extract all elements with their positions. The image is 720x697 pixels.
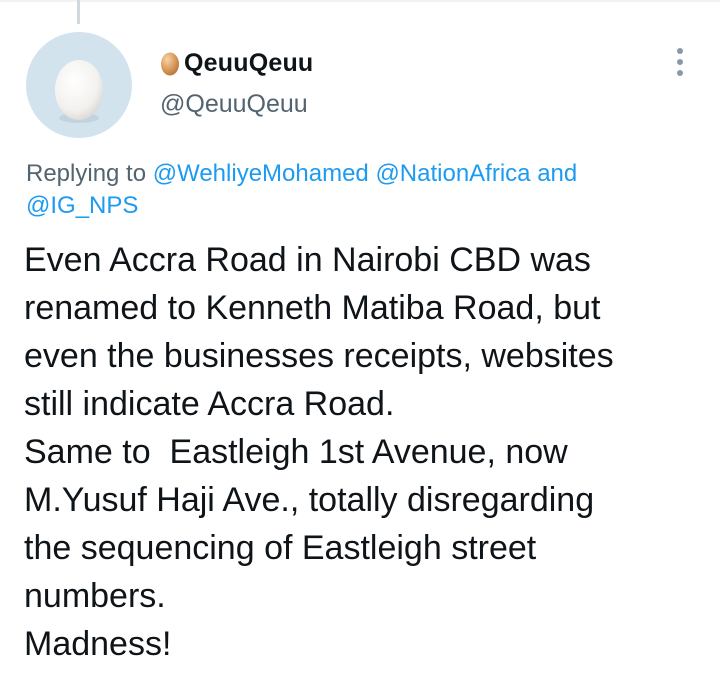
tweet-line: M.Yusuf Haji Ave., totally disregarding bbox=[24, 481, 595, 519]
tweet-line: the sequencing of Eastleigh street bbox=[24, 529, 537, 567]
egg-emoji-icon bbox=[160, 50, 180, 76]
mention-link-nationafrica[interactable]: @NationAfrica bbox=[375, 160, 530, 187]
tweet-text: Even Accra Road in Nairobi CBD was renam… bbox=[24, 236, 704, 668]
tweet-line: Same to Eastleigh 1st Avenue, now bbox=[24, 433, 568, 471]
tweet-line: Even Accra Road in Nairobi CBD was bbox=[24, 241, 591, 279]
mention-link-ig-nps[interactable]: @IG_NPS bbox=[26, 192, 138, 219]
thread-connector-line bbox=[77, 0, 80, 24]
mention-link-wehliyemohamed[interactable]: @WehliyeMohamed bbox=[153, 160, 369, 187]
more-vertical-icon bbox=[677, 48, 683, 54]
reply-and-others-link[interactable]: and bbox=[531, 160, 577, 187]
more-vertical-icon-dot-2 bbox=[677, 59, 683, 65]
tweet-line: renamed to Kenneth Matiba Road, but bbox=[24, 289, 601, 327]
display-name[interactable]: QeuuQeuu bbox=[184, 49, 313, 78]
more-options-button[interactable] bbox=[664, 44, 696, 80]
display-name-row[interactable]: QeuuQeuu bbox=[160, 46, 313, 80]
more-vertical-icon-dot-3 bbox=[677, 70, 683, 76]
tweet-line: numbers. bbox=[24, 577, 166, 615]
tweet-line: Madness! bbox=[24, 625, 172, 663]
author-header: QeuuQeuu @QeuuQeuu bbox=[160, 46, 313, 119]
top-divider bbox=[0, 0, 720, 2]
user-handle[interactable]: @QeuuQeuu bbox=[160, 90, 313, 119]
egg-avatar-icon bbox=[55, 60, 103, 123]
tweet-line: even the businesses receipts, websites bbox=[24, 337, 614, 375]
tweet-line: still indicate Accra Road. bbox=[24, 385, 395, 423]
avatar[interactable] bbox=[26, 32, 132, 138]
reply-context: Replying to @WehliyeMohamed @NationAfric… bbox=[26, 158, 666, 222]
reply-prefix: Replying to bbox=[26, 160, 153, 187]
